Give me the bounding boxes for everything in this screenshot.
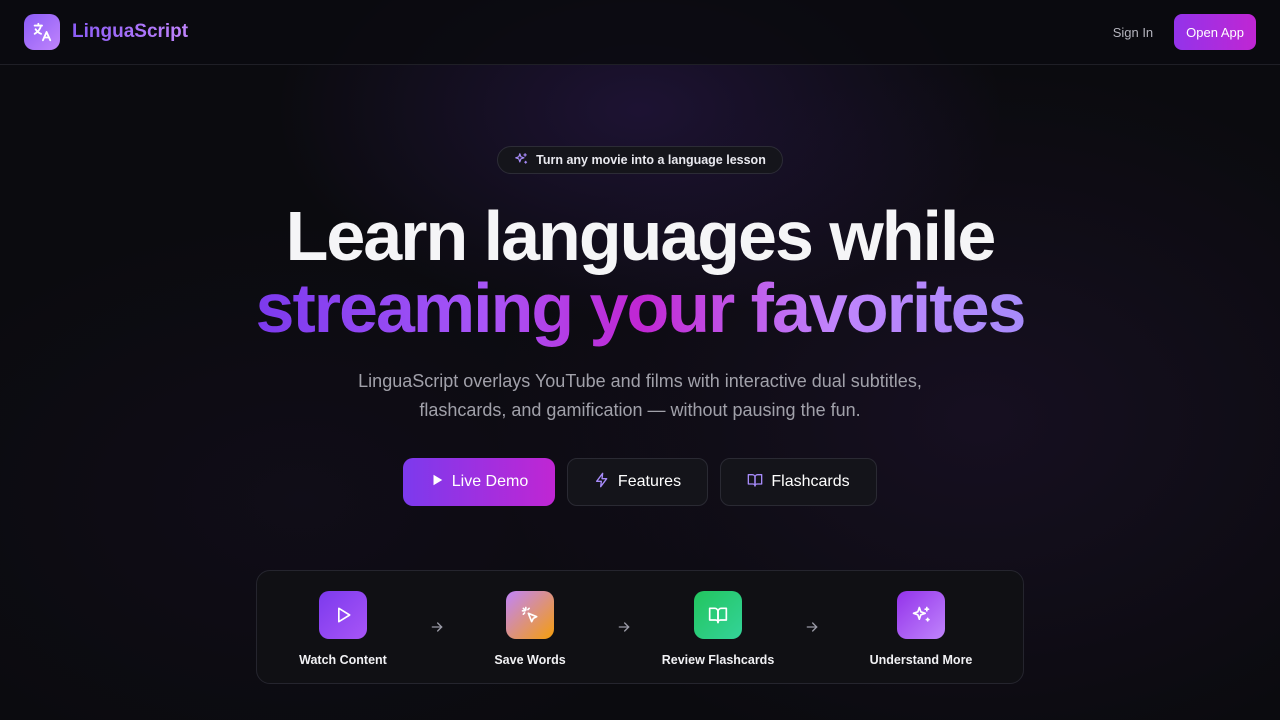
lightning-icon <box>594 472 610 493</box>
step-watch-content: Watch Content <box>263 591 423 667</box>
brand-name: LinguaScript <box>72 21 189 42</box>
top-nav: LinguaScript Sign In Open App <box>0 0 1280 65</box>
headline-gradient-text: streaming your favorites <box>255 269 1027 347</box>
translate-icon <box>24 14 60 50</box>
open-app-button[interactable]: Open App <box>1174 14 1256 50</box>
book-open-icon <box>694 591 742 639</box>
book-open-icon <box>747 472 763 493</box>
cursor-click-icon <box>506 591 554 639</box>
arrow-right-icon <box>804 619 820 635</box>
features-button[interactable]: Features <box>567 458 708 506</box>
headline-line-2: streaming your favorites <box>0 272 1280 344</box>
hero-section: Turn any movie into a language lesson Le… <box>0 65 1280 720</box>
step-label: Understand More <box>869 653 973 667</box>
step-label: Save Words <box>494 653 566 667</box>
step-understand-more: Understand More <box>841 591 1001 667</box>
features-label: Features <box>617 473 682 490</box>
hero-subtitle: LinguaScript overlays YouTube and films … <box>0 367 1280 425</box>
step-save-words: Save Words <box>450 591 610 667</box>
nav-actions: Sign In Open App <box>1113 14 1256 50</box>
flashcards-button[interactable]: Flashcards <box>720 458 877 506</box>
step-review-flashcards: Review Flashcards <box>638 591 798 667</box>
brand-link[interactable]: LinguaScript <box>24 14 188 50</box>
sign-in-link[interactable]: Sign In <box>1113 25 1153 40</box>
flashcards-label: Flashcards <box>771 473 850 490</box>
headline-line-1: Learn languages while <box>285 197 997 275</box>
step-label: Review Flashcards <box>661 653 775 667</box>
live-demo-label: Live Demo <box>451 473 529 490</box>
live-demo-button[interactable]: Live Demo <box>403 458 555 506</box>
subtitle-line-2: flashcards, and gamification — without p… <box>419 400 861 420</box>
arrow-right-icon <box>616 619 632 635</box>
how-it-works-panel: Watch Content Save Words Review Flashcar… <box>256 570 1024 684</box>
sparkles-icon <box>897 591 945 639</box>
cta-row: Live Demo Features Flashcards <box>0 458 1280 506</box>
play-icon <box>319 591 367 639</box>
sparkles-icon <box>514 152 528 169</box>
hero-badge: Turn any movie into a language lesson <box>497 146 783 174</box>
play-icon <box>430 473 444 492</box>
badge-text: Turn any movie into a language lesson <box>536 153 766 167</box>
subtitle-line-1: LinguaScript overlays YouTube and films … <box>358 371 922 391</box>
step-label: Watch Content <box>299 653 387 667</box>
arrow-right-icon <box>429 619 445 635</box>
